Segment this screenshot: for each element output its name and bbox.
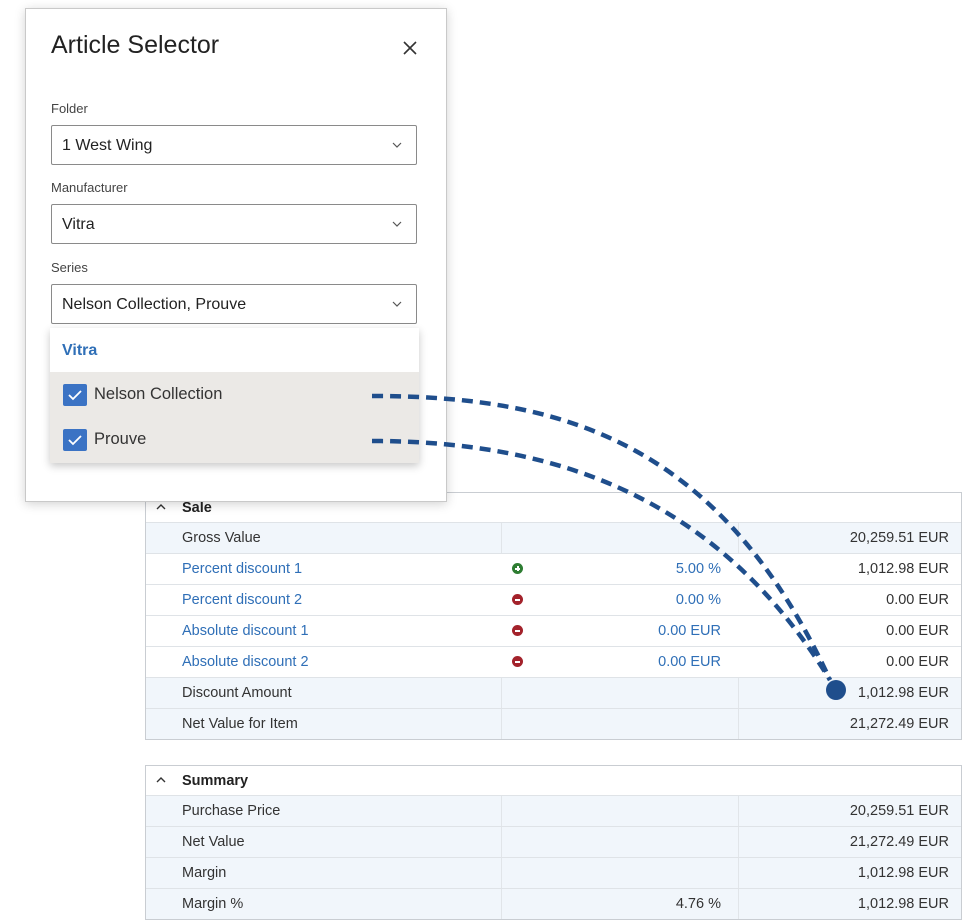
checkbox[interactable] xyxy=(63,429,87,451)
table-row: Percent discount 2 0.00 % 0.00 EUR xyxy=(146,584,961,615)
row-label: Gross Value xyxy=(182,530,261,546)
summary-header[interactable]: Summary xyxy=(146,766,961,795)
divider xyxy=(501,523,502,553)
chevron-down-icon xyxy=(392,142,402,148)
divider xyxy=(738,827,739,857)
row-amount: 1,012.98 EUR xyxy=(857,561,949,577)
plus-icon[interactable] xyxy=(512,563,523,574)
row-label: Purchase Price xyxy=(182,803,281,819)
chevron-up-icon[interactable] xyxy=(154,500,168,514)
table-row: Margin 1,012.98 EUR xyxy=(146,857,961,888)
table-row: Gross Value 20,259.51 EUR xyxy=(146,522,961,553)
discount-link[interactable]: Absolute discount 1 xyxy=(182,623,309,639)
option-prouve[interactable]: Prouve xyxy=(50,417,419,463)
table-row: Purchase Price 20,259.51 EUR xyxy=(146,795,961,826)
row-amount: 20,259.51 EUR xyxy=(849,803,949,819)
row-label: Net Value xyxy=(182,834,245,850)
row-amount: 0.00 EUR xyxy=(886,654,949,670)
series-label: Series xyxy=(51,260,88,275)
chevron-down-icon xyxy=(392,221,402,227)
divider xyxy=(501,858,502,888)
divider xyxy=(738,709,739,739)
discount-link[interactable]: Percent discount 1 xyxy=(182,561,302,577)
row-amount: 1,012.98 EUR xyxy=(857,685,949,701)
discount-value[interactable]: 0.00 EUR xyxy=(658,623,721,639)
dialog-title: Article Selector xyxy=(51,31,220,59)
folder-select[interactable]: 1 West Wing xyxy=(51,125,417,165)
row-label: Margin xyxy=(182,865,227,881)
close-icon[interactable] xyxy=(401,39,419,57)
checkbox[interactable] xyxy=(63,384,87,406)
series-dropdown-list: Vitra Nelson Collection Prouve xyxy=(50,328,419,463)
option-nelson-collection[interactable]: Nelson Collection xyxy=(50,372,419,417)
manufacturer-label: Manufacturer xyxy=(51,180,128,195)
folder-value: 1 West Wing xyxy=(62,137,153,154)
divider xyxy=(738,858,739,888)
chevron-up-icon[interactable] xyxy=(154,773,168,787)
divider xyxy=(501,827,502,857)
divider xyxy=(501,796,502,826)
row-amount: 21,272.49 EUR xyxy=(849,716,949,732)
table-row: Absolute discount 1 0.00 EUR 0.00 EUR xyxy=(146,615,961,646)
option-label: Prouve xyxy=(94,430,147,448)
minus-icon[interactable] xyxy=(512,625,523,636)
series-select[interactable]: Nelson Collection, Prouve xyxy=(51,284,417,324)
checkmark-icon xyxy=(68,435,82,446)
discount-value[interactable]: 0.00 % xyxy=(676,592,721,608)
table-row: Discount Amount 1,012.98 EUR xyxy=(146,677,961,708)
sale-title: Sale xyxy=(182,500,212,516)
divider xyxy=(738,889,739,919)
article-selector-dialog: Article Selector Folder 1 West Wing Manu… xyxy=(25,8,447,502)
row-label: Net Value for Item xyxy=(182,716,298,732)
divider xyxy=(738,678,739,708)
row-amount: 21,272.49 EUR xyxy=(849,834,949,850)
divider xyxy=(738,523,739,553)
checkmark-icon xyxy=(68,390,82,401)
divider xyxy=(501,709,502,739)
table-row: Absolute discount 2 0.00 EUR 0.00 EUR xyxy=(146,646,961,677)
row-label: Discount Amount xyxy=(182,685,292,701)
summary-table: Summary Purchase Price 20,259.51 EUR Net… xyxy=(145,765,962,920)
summary-title: Summary xyxy=(182,773,249,789)
manufacturer-select[interactable]: Vitra xyxy=(51,204,417,244)
discount-value[interactable]: 0.00 EUR xyxy=(658,654,721,670)
divider xyxy=(501,889,502,919)
row-amount: 0.00 EUR xyxy=(886,592,949,608)
discount-link[interactable]: Percent discount 2 xyxy=(182,592,302,608)
row-amount: 20,259.51 EUR xyxy=(849,530,949,546)
minus-icon[interactable] xyxy=(512,656,523,667)
group-header: Vitra xyxy=(62,342,98,359)
option-label: Nelson Collection xyxy=(94,385,223,403)
manufacturer-value: Vitra xyxy=(62,216,95,233)
series-value: Nelson Collection, Prouve xyxy=(62,296,247,313)
divider xyxy=(738,796,739,826)
table-row: Net Value 21,272.49 EUR xyxy=(146,826,961,857)
folder-label: Folder xyxy=(51,101,88,116)
discount-link[interactable]: Absolute discount 2 xyxy=(182,654,309,670)
row-amount: 0.00 EUR xyxy=(886,623,949,639)
table-row: Net Value for Item 21,272.49 EUR xyxy=(146,708,961,739)
sale-table: Sale Gross Value 20,259.51 EUR Percent d… xyxy=(145,492,962,740)
divider xyxy=(501,678,502,708)
table-row: Percent discount 1 5.00 % 1,012.98 EUR xyxy=(146,553,961,584)
minus-icon[interactable] xyxy=(512,594,523,605)
table-row: Margin % 4.76 % 1,012.98 EUR xyxy=(146,888,961,919)
row-amount: 1,012.98 EUR xyxy=(857,865,949,881)
chevron-down-icon xyxy=(392,301,402,307)
discount-value[interactable]: 5.00 % xyxy=(676,561,721,577)
